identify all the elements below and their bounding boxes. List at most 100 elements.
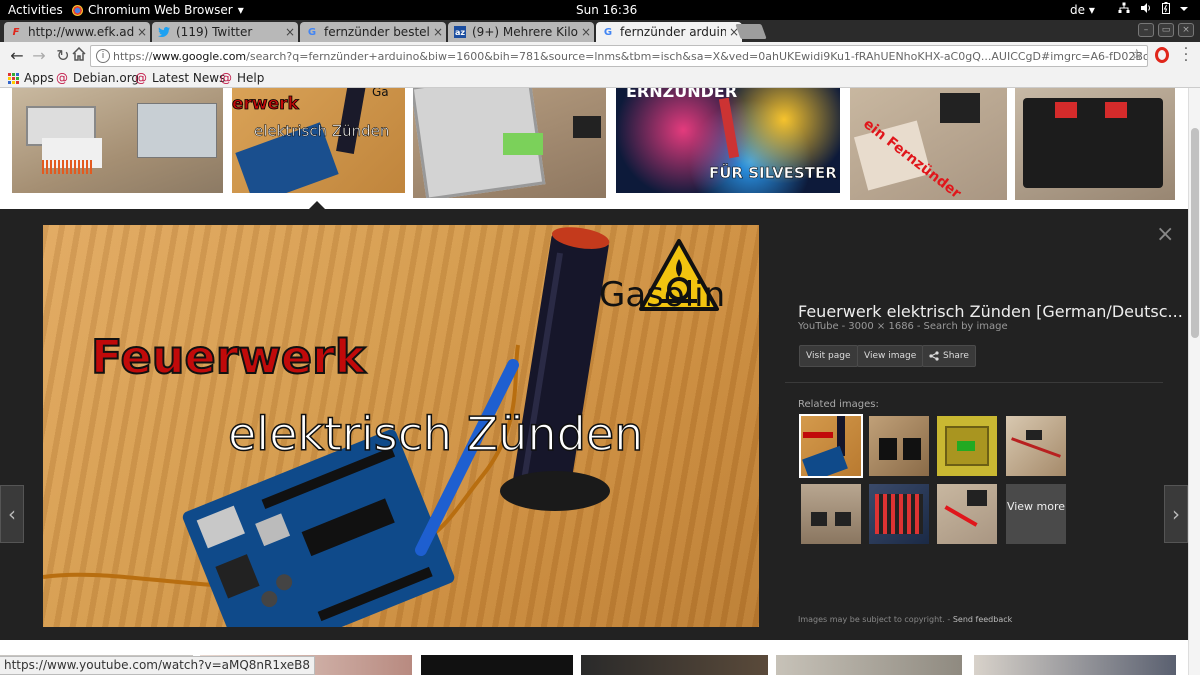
selected-caret bbox=[309, 201, 325, 209]
forward-button[interactable]: → bbox=[30, 47, 48, 65]
tab-title: (9+) Mehrere Kilo S bbox=[472, 25, 578, 39]
bookmark-apps[interactable]: Apps bbox=[8, 71, 54, 85]
image-result[interactable] bbox=[776, 655, 962, 675]
image-result[interactable] bbox=[413, 88, 606, 198]
board-shape bbox=[875, 494, 923, 534]
google-icon: G bbox=[603, 26, 613, 38]
related-images-label: Related images: bbox=[798, 399, 879, 410]
related-image[interactable] bbox=[869, 484, 929, 544]
url-text: https://www.google.com/search?q=fernzünd… bbox=[113, 50, 1148, 63]
prev-image-button[interactable]: ‹ bbox=[0, 485, 24, 543]
favicon-icon: F bbox=[12, 26, 20, 38]
battery-icon bbox=[1162, 2, 1170, 17]
clock[interactable]: Sun 16:36 bbox=[576, 3, 637, 17]
tab-twitter[interactable]: (119) Twitter × bbox=[152, 22, 298, 42]
related-image[interactable] bbox=[869, 416, 929, 476]
panel-shape bbox=[137, 103, 217, 158]
related-image[interactable] bbox=[801, 484, 861, 544]
back-button[interactable]: ← bbox=[8, 47, 26, 65]
close-icon[interactable]: × bbox=[134, 25, 150, 39]
related-image[interactable] bbox=[1006, 416, 1066, 476]
copyright-note: Images may be subject to copyright. - Se… bbox=[798, 615, 1012, 624]
image-meta: YouTube -3000 × 1686- Search by image bbox=[798, 321, 1008, 332]
vertical-scrollbar[interactable] bbox=[1188, 88, 1200, 675]
view-more-button[interactable]: View more bbox=[1006, 484, 1066, 544]
related-image[interactable] bbox=[937, 416, 997, 476]
thumb-text: elektrisch Zünden bbox=[254, 122, 390, 141]
image-result[interactable] bbox=[581, 655, 768, 675]
copyright-text: Images may be subject to copyright. bbox=[798, 615, 945, 624]
close-icon[interactable]: × bbox=[282, 25, 298, 39]
extension-icon[interactable] bbox=[1155, 47, 1169, 63]
main-preview-image[interactable]: Feuerwerk elektrisch Zünden Gasolin bbox=[43, 225, 759, 627]
tab-mehrere-kilo[interactable]: az (9+) Mehrere Kilo S × bbox=[448, 22, 594, 42]
menu-button[interactable]: · · · bbox=[1183, 42, 1189, 68]
tab-efk[interactable]: F http://www.efk.adm × bbox=[4, 22, 150, 42]
tab-google-arduino[interactable]: G fernzünder arduino - × bbox=[596, 22, 742, 42]
close-icon[interactable]: × bbox=[430, 25, 446, 39]
box-shape bbox=[573, 116, 601, 138]
source-name: YouTube bbox=[798, 321, 839, 332]
image-result[interactable] bbox=[12, 88, 223, 193]
igniter-wires bbox=[42, 160, 92, 174]
volume-icon bbox=[1140, 2, 1152, 17]
image-result[interactable] bbox=[421, 655, 573, 675]
related-image[interactable] bbox=[937, 484, 997, 544]
bookmark-latest-news[interactable]: @ Latest News bbox=[135, 71, 225, 85]
device-shape bbox=[1026, 430, 1042, 440]
network-icon bbox=[1118, 2, 1130, 17]
activities-button[interactable]: Activities bbox=[8, 3, 63, 17]
system-menu[interactable] bbox=[1118, 2, 1188, 17]
visit-page-button[interactable]: Visit page bbox=[799, 345, 858, 367]
image-result[interactable] bbox=[974, 655, 1176, 675]
close-icon[interactable]: × bbox=[578, 25, 594, 39]
image-result-selected[interactable]: erwerk elektrisch Zünden Ga bbox=[232, 88, 405, 193]
google-icon: G bbox=[307, 26, 317, 38]
tab-strip: F http://www.efk.adm × (119) Twitter × G… bbox=[0, 20, 1200, 42]
apps-grid-icon bbox=[8, 72, 19, 84]
next-image-button[interactable]: › bbox=[1164, 485, 1188, 543]
info-icon[interactable]: i bbox=[96, 49, 110, 63]
text-shape bbox=[803, 432, 833, 438]
app-name: Chromium Web Browser bbox=[88, 3, 233, 17]
separator: - bbox=[841, 321, 846, 332]
bookmark-label: Debian.org bbox=[73, 71, 140, 85]
app-menu[interactable]: Chromium Web Browser ▾ bbox=[72, 3, 244, 17]
terminal-shape bbox=[1105, 102, 1127, 118]
image-dimensions: 3000 × 1686 bbox=[848, 321, 914, 332]
search-by-image-link[interactable]: Search by image bbox=[924, 321, 1008, 332]
component-shape bbox=[957, 441, 975, 451]
device-shape bbox=[879, 438, 897, 460]
rocket-shape bbox=[336, 88, 366, 155]
bookmark-star-icon[interactable]: ☆ bbox=[1130, 47, 1143, 63]
scrollbar-thumb[interactable] bbox=[1191, 128, 1199, 338]
bookmark-help[interactable]: @ Help bbox=[220, 71, 264, 85]
device-shape bbox=[903, 438, 921, 460]
address-bar[interactable]: i https://www.google.com/search?q=fernzü… bbox=[90, 45, 1148, 67]
keyboard-layout-menu[interactable]: de ▾ bbox=[1070, 3, 1095, 17]
tab-google-fernzuender[interactable]: G fernzünder bestellen × bbox=[300, 22, 446, 42]
close-panel-button[interactable]: × bbox=[1156, 222, 1174, 247]
home-button[interactable] bbox=[70, 46, 88, 65]
related-image[interactable] bbox=[799, 414, 863, 478]
text-shape bbox=[944, 505, 978, 527]
image-result[interactable]: ein Fernzünder bbox=[850, 88, 1007, 200]
image-result[interactable] bbox=[1015, 88, 1175, 200]
battery-shape bbox=[503, 133, 543, 155]
share-button[interactable]: Share bbox=[922, 345, 976, 367]
site-favicon-icon: az bbox=[454, 26, 466, 38]
new-tab-button[interactable] bbox=[735, 24, 767, 39]
view-image-button[interactable]: View image bbox=[857, 345, 924, 367]
image-title-link[interactable]: Feuerwerk elektrisch Zünden [German/Deut… bbox=[798, 302, 1183, 321]
bookmark-debian[interactable]: @ Debian.org bbox=[56, 71, 139, 85]
image-result[interactable]: ERNZÜNDER FÜR SILVESTER bbox=[616, 88, 840, 193]
debian-icon: @ bbox=[135, 71, 147, 85]
maximize-button[interactable]: ▭ bbox=[1158, 23, 1174, 37]
home-icon bbox=[72, 46, 86, 61]
terminal-shape bbox=[1055, 102, 1077, 118]
send-feedback-link[interactable]: Send feedback bbox=[953, 615, 1012, 624]
keyboard-layout-label: de bbox=[1070, 3, 1085, 17]
minimize-button[interactable]: – bbox=[1138, 23, 1154, 37]
close-window-button[interactable]: × bbox=[1178, 23, 1194, 37]
status-bubble: https://www.youtube.com/watch?v=aMQ8nR1x… bbox=[0, 656, 315, 675]
